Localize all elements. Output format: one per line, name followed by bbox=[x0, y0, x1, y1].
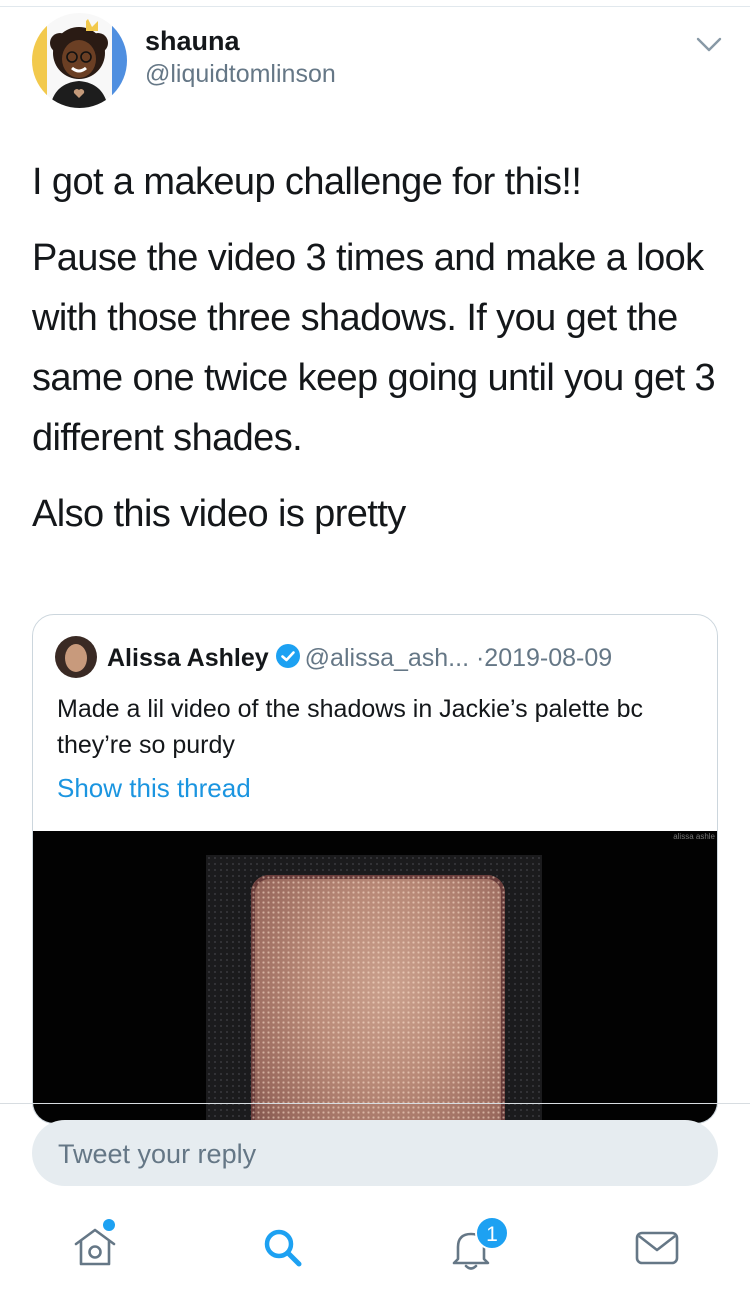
reply-input[interactable]: Tweet your reply bbox=[32, 1120, 718, 1186]
eyeshadow-pan bbox=[251, 875, 505, 1123]
messages-mail-icon[interactable] bbox=[632, 1222, 682, 1272]
quoted-author-handle[interactable]: @alissa_ash... bbox=[305, 644, 469, 672]
video-watermark: alissa ashle bbox=[673, 832, 715, 841]
reply-placeholder: Tweet your reply bbox=[58, 1139, 257, 1169]
quoted-tweet-meta: Alissa Ashley @alissa_ash... ·2019-08-09 bbox=[107, 643, 612, 673]
quoted-tweet-date[interactable]: 2019-08-09 bbox=[484, 644, 612, 672]
tweet-paragraph: Also this video is pretty bbox=[32, 493, 406, 535]
quoted-tweet-card[interactable]: Alissa Ashley @alissa_ash... ·2019-08-09 … bbox=[32, 614, 718, 1124]
author-handle[interactable]: @liquidtomlinson bbox=[145, 60, 336, 89]
author-display-name[interactable]: shauna bbox=[145, 26, 240, 57]
author-avatar[interactable] bbox=[32, 13, 127, 108]
verified-badge-icon bbox=[275, 644, 300, 668]
top-divider bbox=[0, 6, 750, 7]
tweet-paragraph: I got a makeup challenge for this!! bbox=[32, 161, 582, 203]
reply-divider bbox=[0, 1103, 750, 1104]
search-icon[interactable] bbox=[258, 1222, 308, 1272]
quoted-author-avatar[interactable] bbox=[55, 636, 97, 678]
tweet-paragraph: Pause the video 3 times and make a look … bbox=[32, 237, 716, 459]
quoted-author-name[interactable]: Alissa Ashley bbox=[107, 644, 269, 672]
home-unread-dot bbox=[103, 1219, 115, 1231]
quoted-video-thumbnail[interactable]: alissa ashle bbox=[33, 831, 717, 1123]
chevron-down-icon[interactable] bbox=[694, 34, 724, 56]
notifications-badge: 1 bbox=[475, 1216, 509, 1250]
quoted-tweet-text: Made a lil video of the shadows in Jacki… bbox=[57, 695, 643, 759]
show-thread-link[interactable]: Show this thread bbox=[57, 773, 251, 804]
bitmoji-avatar-icon bbox=[50, 19, 108, 108]
